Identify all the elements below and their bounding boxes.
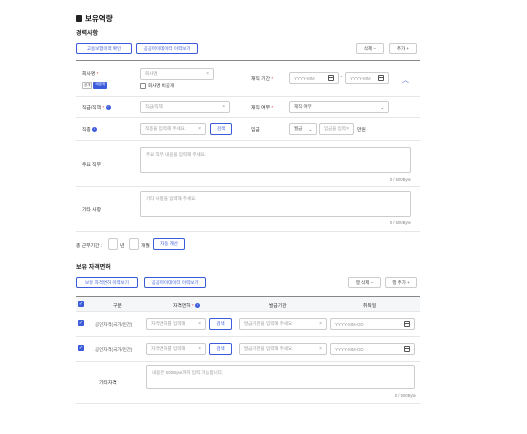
row-checkbox[interactable]: ✓ [78,345,84,351]
mydata-history-button[interactable]: 공공마이데이터 이력보기 [136,43,198,54]
select-all-checkbox[interactable]: ✓ [78,301,84,307]
cert-mydata-history-button[interactable]: 공공마이데이터 이력보기 [144,277,206,288]
divider [76,60,420,61]
issuer-input[interactable]: 발급기관을 입력해 주세요. × [239,343,327,355]
company-input[interactable]: 회사명 × [140,68,214,80]
employment-select[interactable]: 재직 여부 ⌄ [289,101,389,113]
calendar-icon[interactable] [328,75,334,81]
row-checkbox[interactable]: ✓ [78,320,84,326]
company-private-checkbox[interactable] [140,83,146,89]
duties-textarea[interactable]: 주요 직무 내용을 입력해 주세요. [140,147,411,173]
other-cert-textarea[interactable]: 내용은 500Byte까지 입력 가능합니다. [146,365,415,389]
total-period-label: 총 근무기간 : [76,244,103,249]
divider [76,186,420,187]
position-label: 직급/직책 * i [82,104,111,111]
tag-public[interactable]: 공개 [82,82,93,89]
total-year-unit: 년 [120,244,125,249]
license-search-button[interactable]: 검색 [209,343,232,355]
col-license: 자격면허 * i [173,302,201,309]
insurance-history-button[interactable]: 고용보험이력 확인 [76,43,132,54]
info-icon[interactable]: i [105,105,111,111]
acquired-date-input[interactable]: YYYY-MM-DD [330,343,415,355]
other-textarea[interactable]: 기타 사항을 입력해 주세요. [140,191,411,217]
other-cert-label: 기타자격 [99,381,117,386]
col-type: 구분 [113,304,122,309]
col-date: 취득일 [363,304,377,309]
period-label: 재직 기간 * [251,77,274,82]
calendar-icon[interactable] [404,321,410,327]
page-title: 보유역량 [85,14,113,23]
period-end-input[interactable]: YYYY-MM [345,72,389,84]
clear-icon[interactable]: × [222,104,225,110]
cert-section-title: 보유 자격면허 [76,265,111,271]
total-year-input[interactable] [108,238,118,250]
divider [76,361,420,362]
calendar-icon[interactable] [404,346,410,352]
cert-type-cell: 공인자격(국가/민간) [95,322,133,327]
employment-label: 재직 여부 * [251,106,274,111]
period-start-input[interactable]: YYYY-MM [289,72,339,84]
document-icon [76,15,82,22]
salary-input[interactable]: 임금을 입력 × [319,123,354,135]
date-separator: ~ [340,75,343,80]
row-delete-button[interactable]: 행 삭제 − [348,277,381,288]
career-add-button[interactable]: 추가 + [389,43,417,54]
total-month-input[interactable] [129,238,139,250]
clear-icon[interactable]: × [319,321,322,327]
duties-label: 주요 직무 [82,163,101,168]
company-label: 회사명 * [82,72,99,77]
company-visibility-tags: 공개 비공개 [82,82,108,89]
clear-icon[interactable]: × [319,346,322,352]
qnet-history-button[interactable]: 보유 자격면허 이력보기 [76,277,138,288]
salary-unit: 만원 [357,128,366,133]
license-search-button[interactable]: 검색 [209,318,232,330]
salary-type-select[interactable]: 월급 ⌄ [289,123,317,135]
total-month-unit: 개월 [141,244,150,249]
other-cert-byte-count: 0 / 500Byte [394,393,416,398]
divider [76,231,420,232]
acquired-date-input[interactable]: YYYY-MM-DD [330,318,415,330]
row-add-button[interactable]: 행 추가 + [385,277,417,288]
calendar-icon[interactable] [378,75,384,81]
license-input[interactable]: 자격면허를 입력해 × [146,343,206,355]
career-delete-button[interactable]: 삭제 − [356,43,384,54]
career-section-title: 경력사항 [76,31,99,37]
other-byte-count: 0 / 500Byte [389,220,411,225]
duties-byte-count: 0 / 500Byte [389,177,411,182]
other-label: 기타 사항 [82,208,101,213]
license-input[interactable]: 자격면허를 입력해 × [146,318,206,330]
divider [76,117,420,118]
company-private-option[interactable]: 회사명 비공개 [140,83,174,89]
position-input[interactable]: 직급/직책 × [140,101,230,113]
auto-calculate-button[interactable]: 자동 계산 [153,238,185,250]
job-search-button[interactable]: 검색 [210,123,232,135]
divider [76,140,420,141]
job-label: 직종 i [82,126,98,133]
issuer-input[interactable]: 발급기관을 입력해 주세요. × [239,318,327,330]
col-issuer: 발급기관 [269,304,287,309]
job-input[interactable]: 직종을 입력해 주세요. × [140,123,206,135]
table-row: ✓ 공인자격(국가/민간) 자격면허를 입력해 × 검색 발급기관을 입력해 주세… [76,337,420,359]
clear-icon[interactable]: × [198,126,201,132]
clear-icon[interactable]: × [198,346,201,352]
table-row: ✓ 공인자격(국가/민간) 자격면허를 입력해 × 검색 발급기관을 입력해 주세… [76,312,420,334]
collapse-chevron-up-icon[interactable]: ︿ [402,75,409,85]
chevron-down-icon: ⌄ [380,104,384,110]
page-header: 보유역량 [76,13,113,24]
info-icon[interactable]: i [92,127,98,133]
divider [76,403,420,404]
clear-icon[interactable]: × [198,321,201,327]
tag-nonpublic[interactable]: 비공개 [93,82,108,89]
divider [76,96,420,97]
clear-icon[interactable]: × [206,71,209,77]
chevron-down-icon: ⌄ [308,126,312,132]
info-icon[interactable]: i [195,303,201,309]
salary-label: 임금 [251,128,260,133]
cert-type-cell: 공인자격(국가/민간) [95,347,133,352]
clear-icon[interactable]: × [346,126,349,132]
